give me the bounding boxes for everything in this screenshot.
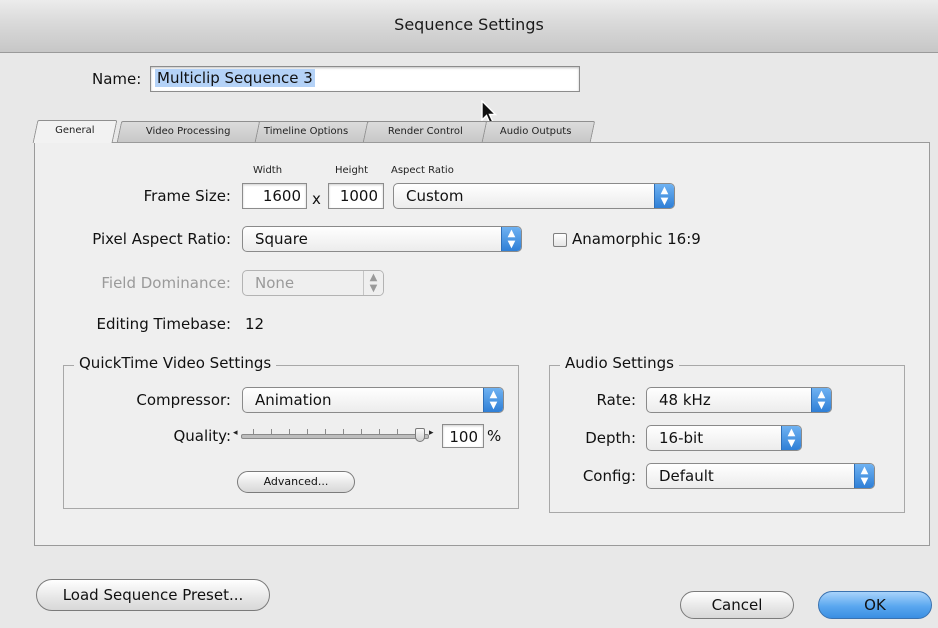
config-popup[interactable]: Default ▲ ▼	[646, 463, 875, 489]
window-title: Sequence Settings	[394, 15, 544, 34]
field-dominance-popup[interactable]: None ▲ ▼	[242, 270, 384, 296]
slider-max-arrow-icon: ▸	[429, 428, 434, 438]
popup-arrows-icon: ▲ ▼	[811, 388, 831, 412]
anamorphic-label: Anamorphic 16:9	[572, 230, 701, 248]
quality-slider-thumb[interactable]	[415, 428, 425, 442]
pixel-aspect-ratio-label: Pixel Aspect Ratio:	[92, 230, 231, 248]
name-label: Name:	[92, 70, 142, 88]
title-bar[interactable]: Sequence Settings	[0, 0, 938, 53]
quality-slider-track	[241, 434, 429, 439]
tab-audio-outputs-label: Audio Outputs	[499, 126, 572, 137]
slider-min-arrow-icon: ◂	[233, 428, 238, 438]
frame-size-label: Frame Size:	[143, 187, 231, 205]
field-dominance-label: Field Dominance:	[101, 274, 231, 292]
quality-unit: %	[487, 427, 502, 445]
tab-video-processing[interactable]: Video Processing	[116, 121, 261, 142]
tab-general-label: General	[55, 125, 95, 136]
quality-label: Quality:	[173, 427, 231, 445]
tab-general[interactable]: General	[32, 120, 118, 143]
sequence-settings-window: Sequence Settings Name: Multiclip Sequen…	[0, 0, 938, 628]
popup-arrows-icon: ▲ ▼	[363, 271, 383, 295]
audio-settings-title: Audio Settings	[560, 354, 679, 372]
frame-size-times: x	[312, 190, 321, 208]
name-field-value: Multiclip Sequence 3	[155, 69, 315, 87]
rate-popup[interactable]: 48 kHz ▲ ▼	[646, 387, 832, 413]
popup-arrows-icon: ▲ ▼	[781, 426, 801, 450]
editing-timebase-value: 12	[245, 315, 265, 333]
quicktime-video-settings-title: QuickTime Video Settings	[74, 354, 277, 372]
rate-value: 48 kHz	[659, 391, 711, 409]
slider-tick	[307, 429, 308, 434]
aspect-ratio-value: Custom	[406, 187, 464, 205]
tab-audio-outputs[interactable]: Audio Outputs	[475, 121, 596, 142]
popup-arrows-icon: ▲ ▼	[654, 184, 674, 208]
slider-tick	[361, 429, 362, 434]
depth-label: Depth:	[585, 429, 636, 447]
slider-tick	[271, 429, 272, 434]
field-dominance-value: None	[255, 274, 295, 292]
pixel-aspect-ratio-value: Square	[255, 230, 308, 248]
quality-slider[interactable]: ◂ ▸	[233, 423, 439, 447]
slider-tick	[253, 429, 254, 434]
advanced-button[interactable]: Advanced...	[237, 471, 355, 493]
pixel-aspect-ratio-popup[interactable]: Square ▲ ▼	[242, 226, 522, 252]
height-header: Height	[335, 165, 369, 176]
rate-label: Rate:	[596, 391, 636, 409]
width-header: Width	[253, 165, 283, 176]
general-tab-panel: Width Height Aspect Ratio Frame Size: 16…	[34, 142, 930, 546]
slider-tick	[289, 429, 290, 434]
frame-height-field[interactable]: 1000	[328, 183, 384, 209]
frame-width-field[interactable]: 1600	[242, 183, 307, 209]
ok-button[interactable]: OK	[818, 591, 932, 619]
cancel-button[interactable]: Cancel	[680, 591, 794, 619]
depth-value: 16-bit	[659, 429, 704, 447]
slider-tick	[343, 429, 344, 434]
slider-tick	[397, 429, 398, 434]
editing-timebase-label: Editing Timebase:	[96, 315, 231, 333]
depth-popup[interactable]: 16-bit ▲ ▼	[646, 425, 802, 451]
quality-field[interactable]: 100	[442, 424, 484, 448]
compressor-label: Compressor:	[136, 391, 231, 409]
slider-tick	[325, 429, 326, 434]
compressor-value: Animation	[255, 391, 332, 409]
popup-arrows-icon: ▲ ▼	[501, 227, 521, 251]
load-sequence-preset-button[interactable]: Load Sequence Preset...	[36, 579, 270, 611]
tab-render-control-label: Render Control	[387, 126, 463, 137]
config-label: Config:	[582, 467, 636, 485]
aspect-ratio-popup[interactable]: Custom ▲ ▼	[393, 183, 675, 209]
popup-arrows-icon: ▲ ▼	[854, 464, 874, 488]
compressor-popup[interactable]: Animation ▲ ▼	[242, 387, 504, 413]
tab-video-processing-label: Video Processing	[146, 126, 231, 137]
popup-arrows-icon: ▲ ▼	[483, 388, 503, 412]
aspect-ratio-header: Aspect Ratio	[391, 165, 454, 176]
slider-tick	[379, 429, 380, 434]
tab-render-control[interactable]: Render Control	[362, 121, 488, 142]
tab-timeline-options-label: Timeline Options	[263, 126, 349, 137]
name-field[interactable]: Multiclip Sequence 3	[150, 66, 580, 92]
anamorphic-checkbox[interactable]	[553, 233, 567, 247]
config-value: Default	[659, 467, 714, 485]
